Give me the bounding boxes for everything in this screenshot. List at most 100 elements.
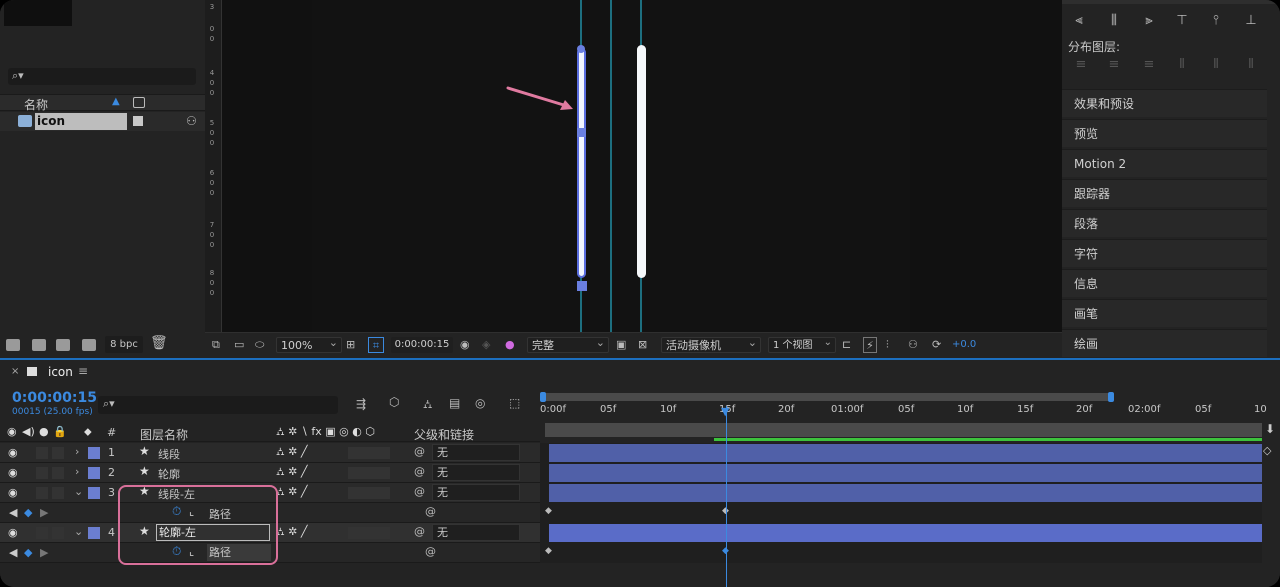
close-tab-icon[interactable]: × [11,366,19,377]
eye-icon[interactable]: ◉ [8,466,18,479]
sort-ascending-icon[interactable]: ▲ [112,96,120,107]
panel-motion2[interactable]: Motion 2 [1062,149,1267,177]
panel-preview[interactable]: 预览 [1062,119,1267,147]
new-folder-icon[interactable] [32,339,46,351]
add-keyframe-icon[interactable]: ◆ [24,506,32,519]
fast-preview-icon[interactable]: ⚡ [863,337,877,353]
interpret-footage-icon[interactable] [6,339,20,351]
trash-icon[interactable]: 🗑 [150,335,168,351]
align-left-icon[interactable]: ⫷ [1070,12,1088,30]
exposure-value[interactable]: +0.0 [952,337,976,353]
label-tag-icon[interactable]: ⬥ [84,425,92,439]
layer-row-2[interactable]: ◉ › 2 ★ 轮廓 ⛼ ✲ ╱ @ 无 [0,463,540,483]
align-vertical-center-icon[interactable]: ⫯ [1207,12,1225,30]
next-keyframe-icon[interactable]: ▶ [40,546,48,559]
layer-switches[interactable]: ⛼ ✲ ╱ [276,485,307,500]
next-keyframe-icon[interactable]: ▶ [40,506,48,519]
expand-chevron-icon[interactable]: › [75,465,79,478]
pick-whip-icon[interactable]: @ [414,525,425,538]
hierarchy-icon[interactable]: ⚇ [186,114,197,128]
distribute-hcenter-icon[interactable]: ⦀ [1207,56,1225,74]
distribute-vcenter-icon[interactable]: ≡ [1105,56,1123,74]
line-segment-left-shape[interactable] [577,48,586,278]
timeline-icon[interactable]: ⫶ [886,337,889,353]
align-horizontal-center-icon[interactable]: ⫼ [1105,12,1123,30]
snapshot-region-icon[interactable]: ⧉ [212,337,220,353]
solo-box[interactable] [36,487,48,499]
layer-switch-boxes[interactable] [348,487,390,499]
work-area-navigator[interactable] [540,390,1280,404]
eye-icon[interactable]: ◉ [8,486,18,499]
audio-toggle-icon[interactable]: ◀) [22,425,35,438]
eye-icon[interactable]: ◉ [8,526,18,539]
lock-box[interactable] [52,447,64,459]
hide-shy-layers-icon[interactable]: ⛼ [423,397,432,413]
solo-box[interactable] [36,447,48,459]
distribute-bottom-icon[interactable]: ≡ [1140,56,1158,74]
layer-switch-boxes[interactable] [348,527,390,539]
align-top-icon[interactable]: ⊤ [1173,12,1191,30]
zoom-dropdown[interactable]: 100% [276,335,342,353]
parent-dropdown[interactable]: 无 [432,444,520,461]
layer-duration-bar-3[interactable] [549,484,1262,502]
layer-row-1[interactable]: ◉ › 1 ★ 线段 ⛼ ✲ ╱ @ 无 [0,443,540,463]
panel-character[interactable]: 字符 [1062,239,1267,267]
keyframe-diamond[interactable]: ◆ [545,506,552,516]
keyframe-interpolation-icon[interactable]: ◇ [1263,444,1271,457]
eye-icon[interactable]: ◉ [8,446,18,459]
camera-icon[interactable]: ◉ [460,337,470,353]
panel-info[interactable]: 信息 [1062,269,1267,297]
expression-spiral-icon[interactable]: @ [425,505,436,518]
video-toggle-icon[interactable]: ◉ [7,425,17,438]
navigator-bar[interactable] [543,393,1113,401]
layer-switch-boxes[interactable] [348,467,390,479]
pick-whip-icon[interactable]: @ [414,465,425,478]
prev-keyframe-icon[interactable]: ◀ [9,506,17,519]
transparency-grid-icon[interactable]: ⌗ [368,337,384,353]
project-item-name[interactable]: icon [35,113,127,130]
project-item-icon[interactable]: icon ⚇ [0,112,205,131]
project-search-input[interactable]: ⌕▾ [8,68,196,85]
label-color-swatch[interactable] [88,527,100,539]
view-layout-dropdown[interactable]: 1 个视图 [768,335,836,353]
panel-effects-presets[interactable]: 效果和预设 [1062,89,1267,117]
prev-keyframe-icon[interactable]: ◀ [9,546,17,559]
add-keyframe-icon[interactable]: ◆ [24,546,32,559]
solo-box[interactable] [36,467,48,479]
layer-duration-bar-2[interactable] [549,464,1262,482]
monitor-icon[interactable]: ▭ [234,337,244,353]
bit-depth-button[interactable]: 8 bpc [105,336,143,353]
pick-whip-icon[interactable]: @ [414,485,425,498]
layer-duration-bar-4[interactable] [549,524,1262,542]
layer-switches[interactable]: ⛼ ✲ ╱ [276,525,307,540]
name-column-label[interactable]: 名称 [24,96,48,113]
layer-name[interactable]: 轮廓 [158,466,180,482]
lock-icon[interactable]: 🔒 [53,425,67,438]
layer-name-column-label[interactable]: 图层名称 [140,426,188,443]
collapse-chevron-icon[interactable]: ⌄ [74,485,83,498]
motion-blur-icon[interactable]: ◎ [475,396,485,410]
lock-box[interactable] [52,487,64,499]
pick-whip-icon[interactable]: @ [414,445,425,458]
tab-menu-icon[interactable]: ≡ [78,364,88,378]
playhead-line[interactable] [726,406,727,587]
expression-spiral-icon[interactable]: @ [425,545,436,558]
distribute-top-icon[interactable]: ≡ [1072,56,1090,74]
navigator-end-handle[interactable] [1108,392,1114,402]
region-of-interest-icon[interactable]: ▣ [616,337,626,353]
label-color-swatch[interactable] [88,487,100,499]
flowchart-icon[interactable]: ⚇ [908,337,918,353]
align-right-icon[interactable]: ⫸ [1140,12,1158,30]
lock-box[interactable] [52,467,64,479]
composition-flowchart-icon[interactable]: ⇶ [356,397,366,411]
layer-switches[interactable]: ⛼ ✲ ╱ [276,465,307,480]
frame-blending-icon[interactable]: ▤ [449,396,460,410]
viewer-timecode[interactable]: 0:00:00:15 [391,337,453,353]
work-area-bar[interactable] [545,423,1262,437]
line-segment-right-shape[interactable] [637,45,646,278]
project-settings-icon[interactable] [82,339,96,351]
zoom-slider-handle[interactable]: ⬇ [1265,422,1275,436]
camera-dropdown[interactable]: 活动摄像机 [661,335,761,353]
label-tag-icon[interactable] [133,97,145,108]
panel-paint[interactable]: 绘画 [1062,329,1267,357]
